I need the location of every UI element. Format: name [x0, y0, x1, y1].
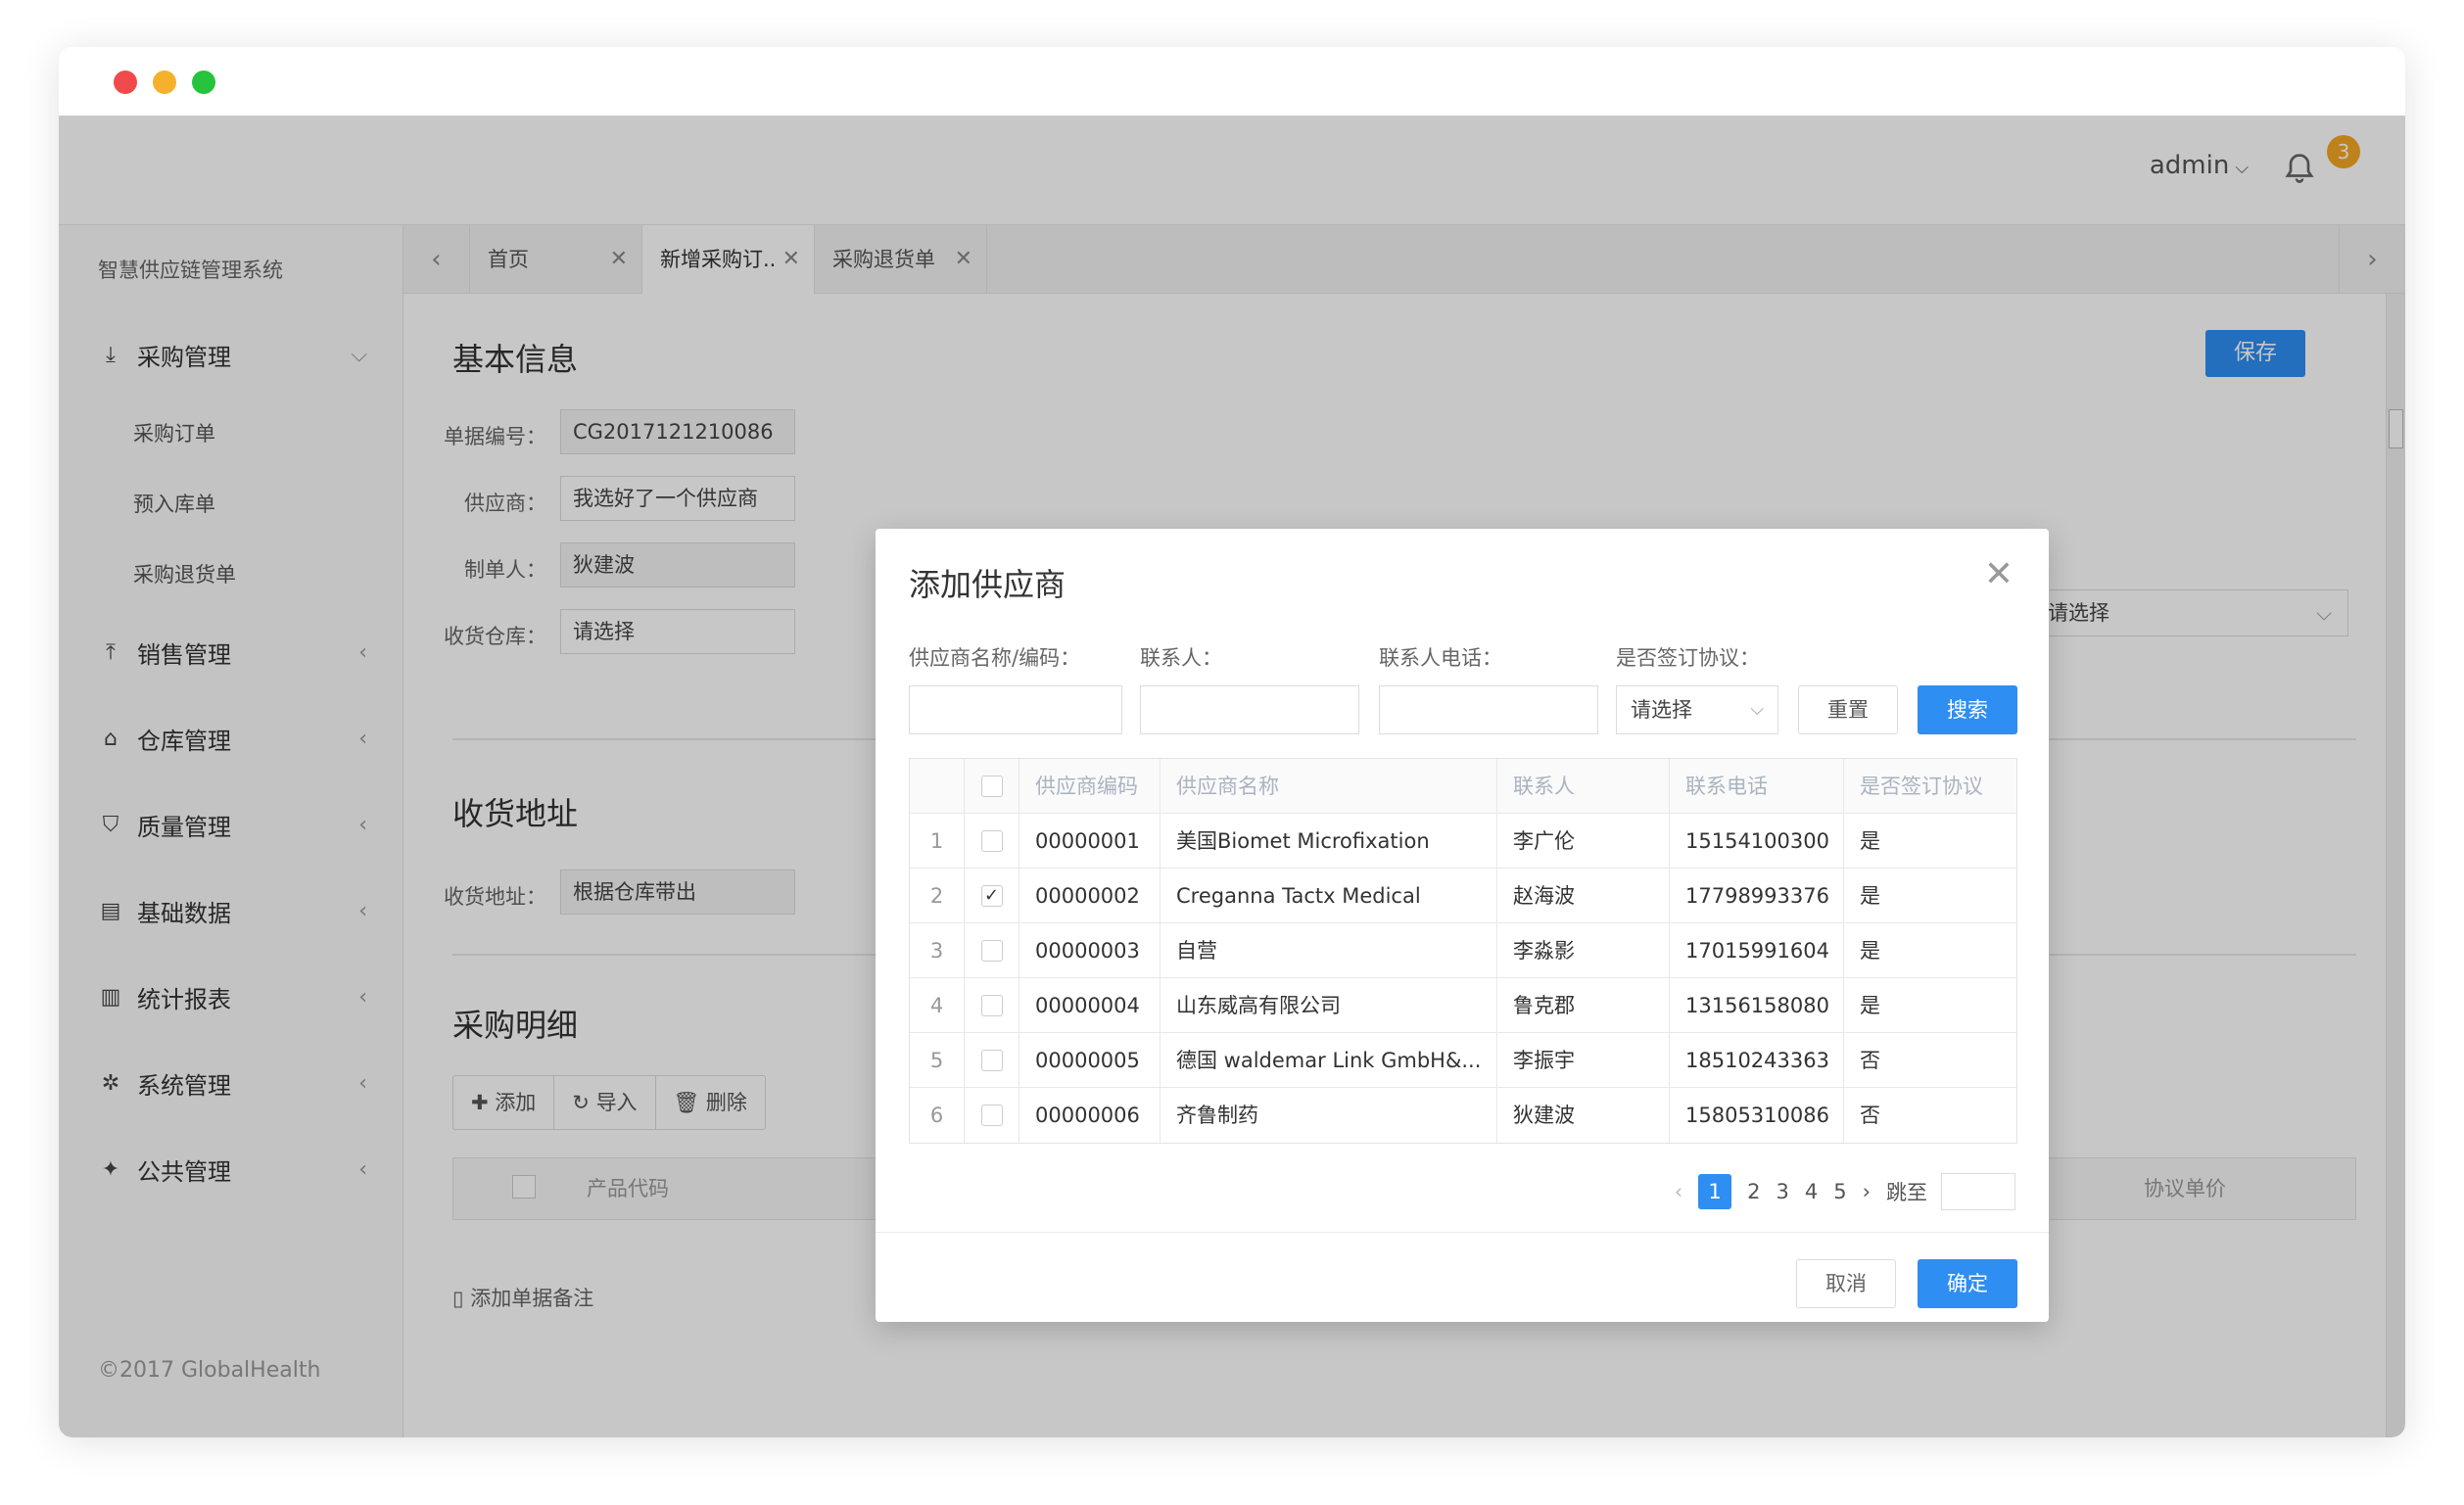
supplier-name: 德国 waldemar Link GmbH&...	[1161, 1033, 1497, 1088]
contact-name: 李广伦	[1497, 814, 1670, 869]
supplier-name: 齐鲁制药	[1161, 1088, 1497, 1143]
table-row[interactable]: 6 00000006 齐鲁制药 狄建波 15805310086 否	[910, 1088, 2016, 1143]
close-icon[interactable]: ✕	[1984, 554, 2014, 594]
filter-agreement-label: 是否签订协议：	[1616, 646, 1760, 670]
row-checkbox-cell	[965, 814, 1019, 869]
row-index: 4	[910, 978, 965, 1033]
col-agreement: 是否签订协议	[1860, 775, 1983, 798]
agreement-status: 是	[1860, 884, 1880, 908]
row-checkbox[interactable]	[980, 940, 1003, 962]
agreement-select[interactable]: 请选择 ⌵	[1616, 685, 1778, 734]
col-supplier-code: 供应商编码	[1019, 759, 1161, 814]
contact-name: 李振宇	[1497, 1033, 1670, 1088]
confirm-button[interactable]: 确定	[1918, 1259, 2017, 1308]
row-checkbox-cell	[965, 978, 1019, 1033]
reset-button[interactable]: 重置	[1798, 685, 1898, 734]
filter-contact-label: 联系人：	[1140, 646, 1222, 670]
row-checkbox[interactable]	[980, 830, 1003, 852]
row-index: 2	[910, 869, 965, 923]
pagination: ‹ 1 2 3 4 5 › 跳至	[1659, 1173, 2015, 1210]
table-row[interactable]: 1 00000001 美国Biomet Microfixation 李广伦 151541…	[910, 814, 2016, 869]
close-window-button[interactable]	[114, 71, 137, 94]
row-checkbox-cell: ✓	[965, 869, 1019, 923]
page-1[interactable]: 1	[1698, 1174, 1732, 1209]
prev-page-button[interactable]: ‹	[1675, 1180, 1682, 1203]
row-checkbox-cell	[965, 1088, 1019, 1143]
phone-number: 15805310086	[1670, 1088, 1844, 1143]
contact-name: 李淼影	[1497, 923, 1670, 978]
agreement-status: 否	[1860, 1049, 1880, 1072]
supplier-code: 00000003	[1019, 923, 1161, 978]
supplier-name: 自营	[1161, 923, 1497, 978]
agreement-status: 是	[1860, 994, 1880, 1017]
supplier-table: 供应商编码 供应商名称 联系人 联系电话 是否签订协议 1 00000001 美国B…	[909, 758, 2017, 1144]
page-4[interactable]: 4	[1805, 1180, 1818, 1203]
supplier-code: 00000004	[1019, 978, 1161, 1033]
phone-input[interactable]	[1379, 685, 1598, 734]
row-index: 1	[910, 814, 965, 869]
filter-name-label: 供应商名称/编码：	[909, 646, 1081, 670]
filter-phone-label: 联系人电话：	[1379, 646, 1502, 670]
table-header-row: 供应商编码 供应商名称 联系人 联系电话 是否签订协议	[910, 759, 2016, 814]
search-button[interactable]: 搜索	[1918, 685, 2017, 734]
add-supplier-modal: 添加供应商 ✕ 供应商名称/编码： 联系人： 联系人电话： 是否签订协议： 请选…	[876, 529, 2049, 1322]
row-checkbox[interactable]: ✓	[980, 885, 1003, 907]
row-checkbox[interactable]	[980, 1105, 1003, 1126]
col-supplier-name: 供应商名称	[1161, 759, 1497, 814]
supplier-code: 00000002	[1019, 869, 1161, 923]
contact-name: 狄建波	[1497, 1088, 1670, 1143]
col-phone: 联系电话	[1670, 759, 1844, 814]
row-checkbox-cell	[965, 923, 1019, 978]
col-checkbox	[965, 759, 1019, 814]
supplier-code: 00000001	[1019, 814, 1161, 869]
agreement-select-value: 请选择	[1631, 698, 1692, 722]
phone-number: 17015991604	[1670, 923, 1844, 978]
agreement-status: 是	[1860, 939, 1880, 963]
title-bar	[59, 47, 2405, 116]
table-row[interactable]: 4 00000004 山东威高有限公司 鲁克郡 13156158080 是	[910, 978, 2016, 1033]
contact-name: 鲁克郡	[1497, 978, 1670, 1033]
supplier-name: 美国Biomet Microfixation	[1161, 814, 1497, 869]
chevron-down-icon: ⌵	[1750, 699, 1764, 720]
page-5[interactable]: 5	[1833, 1180, 1846, 1203]
col-index	[910, 759, 965, 814]
row-checkbox[interactable]	[980, 1050, 1003, 1071]
jump-label: 跳至	[1886, 1181, 1927, 1204]
table-row[interactable]: 3 00000003 自营 李淼影 17015991604 是	[910, 923, 2016, 978]
supplier-name-input[interactable]	[909, 685, 1122, 734]
table-row[interactable]: 5 00000005 德国 waldemar Link GmbH&... 李振宇 185…	[910, 1033, 2016, 1088]
agreement-status: 否	[1860, 1104, 1880, 1127]
phone-number: 13156158080	[1670, 978, 1844, 1033]
contact-input[interactable]	[1140, 685, 1359, 734]
supplier-code: 00000006	[1019, 1088, 1161, 1143]
row-index: 5	[910, 1033, 965, 1088]
cancel-button[interactable]: 取消	[1796, 1259, 1896, 1308]
maximize-window-button[interactable]	[192, 71, 215, 94]
minimize-window-button[interactable]	[153, 71, 176, 94]
supplier-code: 00000005	[1019, 1033, 1161, 1088]
col-contact: 联系人	[1497, 759, 1670, 814]
phone-number: 17798993376	[1670, 869, 1844, 923]
supplier-name: Creganna Tactx Medical	[1161, 869, 1497, 923]
table-row[interactable]: 2 ✓ 00000002 Creganna Tactx Medical 赵海波 17798…	[910, 869, 2016, 923]
contact-name: 赵海波	[1497, 869, 1670, 923]
row-index: 6	[910, 1088, 965, 1143]
row-index: 3	[910, 923, 965, 978]
modal-footer-divider	[876, 1232, 2049, 1233]
supplier-name: 山东威高有限公司	[1161, 978, 1497, 1033]
select-all-checkbox[interactable]	[980, 776, 1003, 797]
phone-number: 15154100300	[1670, 814, 1844, 869]
app-window: admin ⌵ 3 智慧供应链管理系统 ⤓ 采购管理 ⌵ 采购订单 预入库单 采购…	[59, 47, 2405, 1437]
page-3[interactable]: 3	[1776, 1180, 1788, 1203]
page-2[interactable]: 2	[1747, 1180, 1760, 1203]
jump-page-input[interactable]	[1941, 1173, 2015, 1210]
modal-title: 添加供应商	[909, 566, 1066, 603]
phone-number: 18510243363	[1670, 1033, 1844, 1088]
app-body: admin ⌵ 3 智慧供应链管理系统 ⤓ 采购管理 ⌵ 采购订单 预入库单 采购…	[59, 116, 2405, 1437]
row-checkbox[interactable]	[980, 995, 1003, 1016]
next-page-button[interactable]: ›	[1863, 1180, 1871, 1203]
row-checkbox-cell	[965, 1033, 1019, 1088]
agreement-status: 是	[1860, 829, 1880, 853]
